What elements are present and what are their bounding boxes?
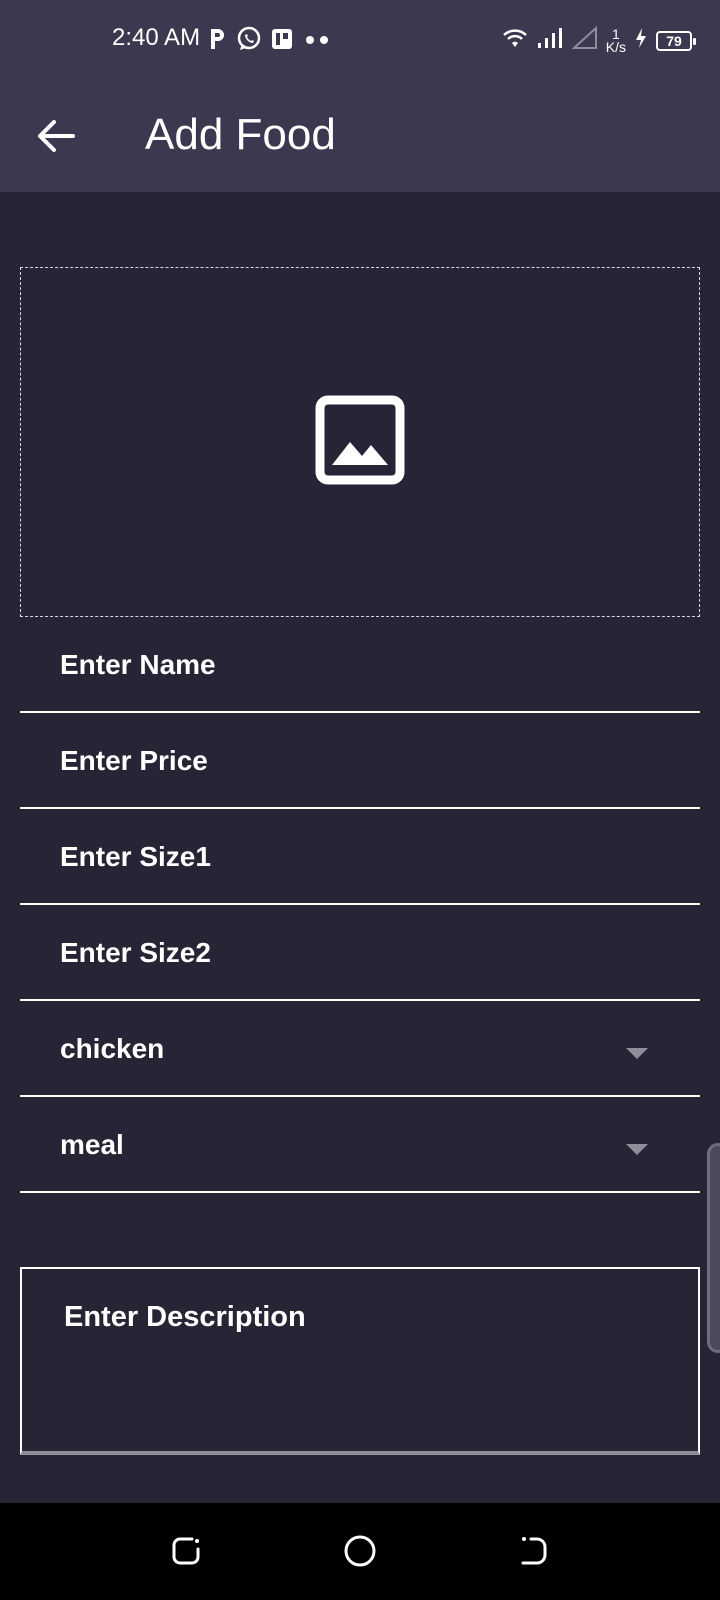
dropdown-arrow-icon [626, 1143, 648, 1161]
recents-button[interactable] [166, 1533, 206, 1573]
app-icon [270, 27, 294, 56]
whatsapp-icon [236, 26, 262, 57]
charging-icon [634, 26, 648, 55]
price-field[interactable]: Enter Price [20, 713, 700, 809]
signal-empty-icon [571, 25, 598, 55]
home-button[interactable] [340, 1533, 380, 1573]
status-time: 2:40 AM [112, 24, 201, 51]
type-value: meal [60, 1129, 124, 1160]
network-speed: 1 K/s [605, 25, 626, 55]
description-field[interactable]: Enter Description [20, 1267, 700, 1455]
page-title: Add Food [145, 110, 336, 159]
parking-icon [208, 27, 228, 56]
size1-placeholder: Enter Size1 [60, 841, 211, 872]
battery-icon: 79 [656, 30, 696, 51]
category-dropdown[interactable]: chicken [20, 1001, 700, 1097]
image-icon [315, 395, 405, 490]
recents-icon [170, 1535, 202, 1572]
price-placeholder: Enter Price [60, 745, 208, 776]
navigation-bar [0, 1503, 720, 1600]
more-dots-icon [302, 27, 332, 56]
status-bar: 2:40 AM 1 K/s 79 [0, 0, 720, 82]
name-placeholder: Enter Name [60, 649, 216, 680]
status-system-icons: 1 K/s 79 [502, 25, 696, 55]
description-placeholder: Enter Description [64, 1301, 306, 1333]
home-icon [343, 1534, 377, 1573]
image-picker[interactable] [20, 267, 700, 617]
app-bar: Add Food [0, 82, 720, 192]
signal-icon [536, 26, 564, 55]
wifi-icon [502, 26, 528, 55]
back-nav-button[interactable] [513, 1533, 553, 1573]
status-notification-icons [208, 26, 332, 57]
category-value: chicken [60, 1033, 165, 1064]
type-dropdown[interactable]: meal [20, 1097, 700, 1193]
dropdown-arrow-icon [626, 1047, 648, 1065]
name-field[interactable]: Enter Name [20, 617, 700, 713]
add-food-screen: 2:40 AM 1 K/s 79 Add Food Enter Name Ent… [0, 0, 720, 1600]
back-button[interactable] [30, 112, 82, 164]
back-nav-icon [517, 1535, 549, 1572]
arrow-back-icon [37, 119, 75, 158]
size1-field[interactable]: Enter Size1 [20, 809, 700, 905]
size2-placeholder: Enter Size2 [60, 937, 211, 968]
size2-field[interactable]: Enter Size2 [20, 905, 700, 1001]
scroll-handle[interactable] [707, 1143, 720, 1353]
